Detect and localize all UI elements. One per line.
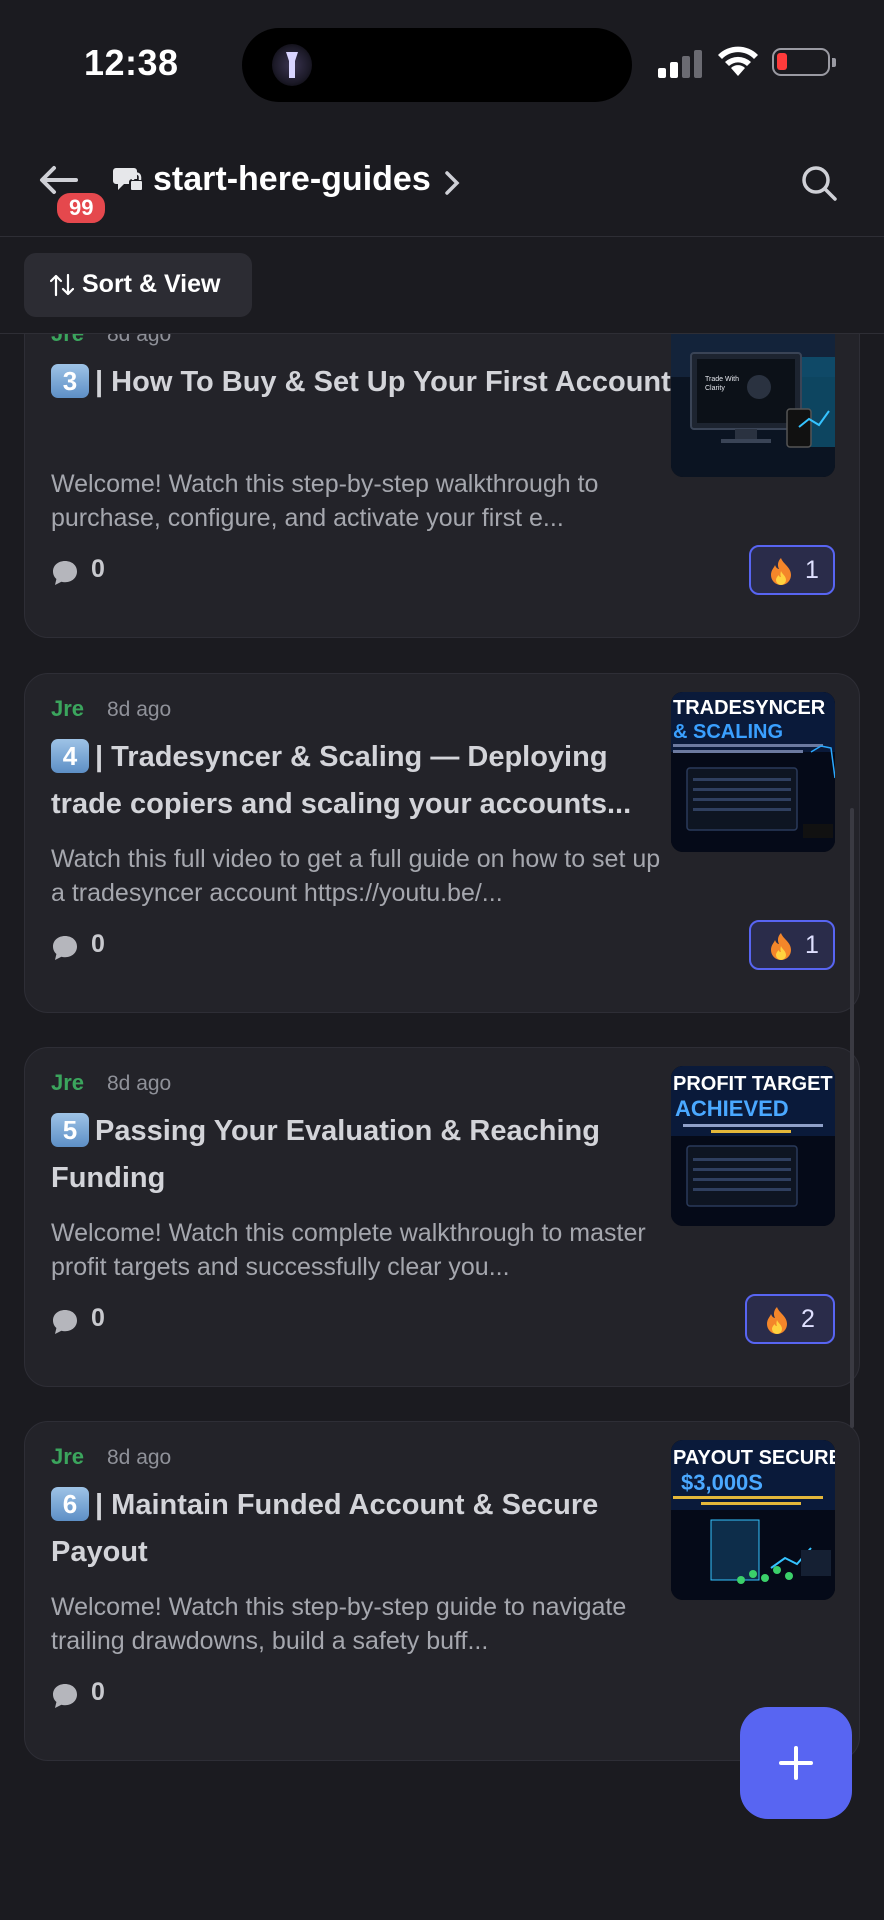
post-time: 8d ago bbox=[107, 1446, 172, 1469]
post-thumbnail[interactable]: PROFIT TARGET ACHIEVED bbox=[671, 1066, 835, 1226]
svg-text:$3,000S: $3,000S bbox=[681, 1470, 763, 1495]
sort-arrows-icon bbox=[50, 273, 74, 297]
svg-text:& SCALING: & SCALING bbox=[673, 721, 783, 743]
reaction-count: 2 bbox=[801, 1305, 815, 1333]
reaction-button[interactable]: 1 bbox=[749, 545, 835, 595]
flashlight-icon bbox=[272, 44, 312, 86]
post-title: 4 | Tradesyncer & Scaling — Deploying tra… bbox=[51, 739, 632, 820]
svg-text:PAYOUT SECURE: PAYOUT SECURE bbox=[673, 1447, 835, 1469]
post-thumbnail[interactable]: TRADESYNCER & SCALING bbox=[671, 692, 835, 852]
keycap-number: 4 bbox=[51, 739, 89, 773]
post-title: 3 | How To Buy & Set Up Your First Accoun… bbox=[51, 359, 671, 406]
scrollbar[interactable] bbox=[850, 808, 854, 1428]
channel-header: 99 start-here-guides bbox=[0, 140, 884, 237]
svg-text:PROFIT TARGET: PROFIT TARGET bbox=[673, 1073, 833, 1095]
svg-text:ACHIEVED: ACHIEVED bbox=[675, 1096, 789, 1121]
post-preview: Watch this full video to get a full guid… bbox=[51, 845, 661, 907]
post-card[interactable]: Jre 8d ago 6 | Maintain Funded Account & … bbox=[24, 1421, 860, 1761]
new-post-button[interactable] bbox=[740, 1707, 852, 1819]
reaction-button[interactable]: 1 bbox=[749, 920, 835, 970]
post-list: Jre 8d ago 3| How To Buy & Set Up Your F… bbox=[0, 334, 884, 1920]
fire-emoji-icon bbox=[767, 1307, 787, 1334]
post-author[interactable]: Jre bbox=[51, 696, 84, 722]
fire-emoji-icon bbox=[771, 933, 791, 960]
clock: 12:38 bbox=[84, 42, 179, 83]
comment-icon bbox=[53, 561, 77, 585]
post-thumbnail[interactable]: PAYOUT SECURE $3,000S bbox=[671, 1440, 835, 1600]
post-card[interactable]: Jre 8d ago 5 Passing Your Evaluation & Re… bbox=[24, 1047, 860, 1387]
dynamic-island bbox=[242, 28, 632, 102]
post-preview: Welcome! Watch this step-by-step guide t… bbox=[51, 1593, 627, 1655]
cellular-signal-icon bbox=[658, 50, 702, 78]
post-card[interactable]: Jre 8d ago 3| How To Buy & Set Up Your F… bbox=[24, 334, 860, 638]
fire-emoji-icon bbox=[771, 558, 791, 585]
post-title: 5 Passing Your Evaluation & Reaching Fund… bbox=[51, 1113, 600, 1194]
post-time: 8d ago bbox=[107, 334, 172, 346]
plus-icon bbox=[779, 1746, 813, 1780]
status-bar: 12:38 bbox=[0, 0, 884, 120]
post-thumbnail[interactable]: Trade With Clarity bbox=[671, 334, 835, 477]
comment-icon bbox=[53, 1310, 77, 1334]
sort-view-button[interactable]: Sort & View bbox=[24, 253, 252, 317]
comment-icon bbox=[53, 936, 77, 960]
post-card[interactable]: Jre 8d ago 4 | Tradesyncer & Scaling — De… bbox=[24, 673, 860, 1013]
search-icon[interactable] bbox=[800, 164, 838, 202]
forum-channel-icon bbox=[113, 168, 144, 192]
unread-badge: 99 bbox=[54, 190, 109, 226]
post-time: 8d ago bbox=[107, 1072, 172, 1095]
channel-title[interactable]: start-here-guides bbox=[153, 160, 431, 199]
battery-icon bbox=[772, 48, 836, 76]
svg-text:Clarity: Clarity bbox=[705, 385, 725, 392]
post-time: 8d ago bbox=[107, 698, 172, 721]
reaction-count: 1 bbox=[805, 931, 819, 959]
svg-text:TRADESYNCER: TRADESYNCER bbox=[673, 697, 826, 719]
sort-view-label: Sort & View bbox=[82, 270, 221, 298]
post-author[interactable]: Jre bbox=[51, 334, 84, 347]
comment-icon bbox=[53, 1684, 77, 1708]
post-author[interactable]: Jre bbox=[51, 1070, 84, 1096]
keycap-number: 3 bbox=[51, 364, 89, 398]
chevron-right-icon[interactable] bbox=[444, 170, 460, 196]
keycap-number: 6 bbox=[51, 1487, 89, 1521]
reaction-button[interactable]: 2 bbox=[745, 1294, 835, 1344]
keycap-number: 5 bbox=[51, 1113, 89, 1147]
wifi-icon bbox=[718, 46, 758, 76]
post-author[interactable]: Jre bbox=[51, 1444, 84, 1470]
post-preview: Welcome! Watch this step-by-step walkthr… bbox=[51, 470, 599, 532]
sort-toolbar: Sort & View bbox=[0, 237, 884, 334]
post-preview: Welcome! Watch this complete walkthrough… bbox=[51, 1219, 646, 1281]
reaction-count: 1 bbox=[805, 556, 819, 584]
post-title: 6 | Maintain Funded Account & Secure Payo… bbox=[51, 1487, 599, 1568]
svg-text:Trade With: Trade With bbox=[705, 376, 739, 383]
